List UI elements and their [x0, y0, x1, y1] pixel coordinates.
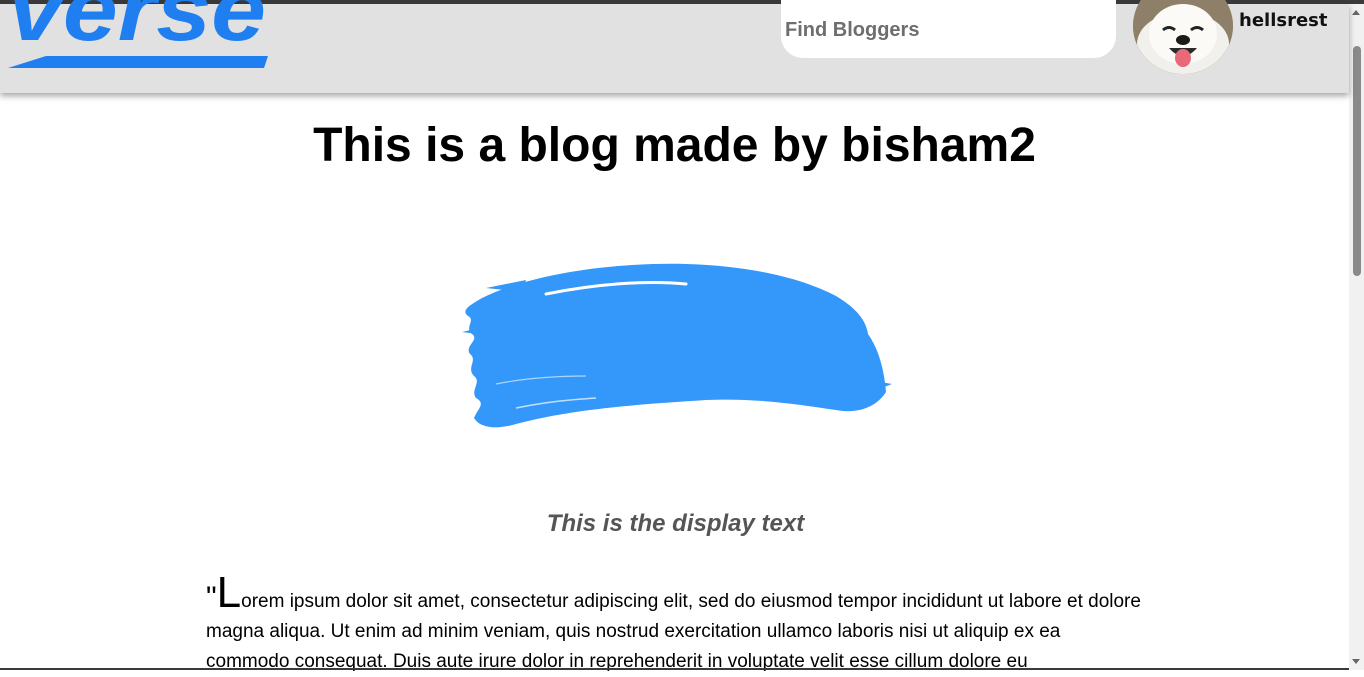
blog-body-text: orem ipsum dolor sit amet, consectetur a…: [206, 591, 1141, 672]
scroll-up-arrow-icon[interactable]: [1352, 10, 1360, 15]
brush-stroke-icon: [462, 263, 892, 428]
logo-text: verse: [8, 0, 266, 59]
site-header: verse hellsrest: [0, 0, 1349, 93]
search-box[interactable]: [781, 0, 1116, 58]
blog-body: "Lorem ipsum dolor sit amet, consectetur…: [206, 571, 1146, 677]
open-quote: ": [206, 581, 217, 614]
scroll-thumb[interactable]: [1353, 46, 1361, 276]
drop-cap-letter: L: [216, 568, 242, 617]
verse-logo[interactable]: verse: [6, 0, 270, 72]
search-input[interactable]: [781, 17, 1107, 43]
display-text: This is the display text: [546, 510, 805, 537]
vertical-scrollbar[interactable]: [1349, 4, 1364, 670]
username[interactable]: hellsrest: [1239, 10, 1327, 31]
blog-cover-image: [456, 258, 896, 434]
scroll-down-arrow-icon[interactable]: [1352, 659, 1360, 664]
blog-title: This is a blog made by bisham2: [313, 119, 1036, 172]
samoyed-avatar-icon: [1133, 0, 1233, 74]
avatar[interactable]: [1133, 0, 1233, 74]
